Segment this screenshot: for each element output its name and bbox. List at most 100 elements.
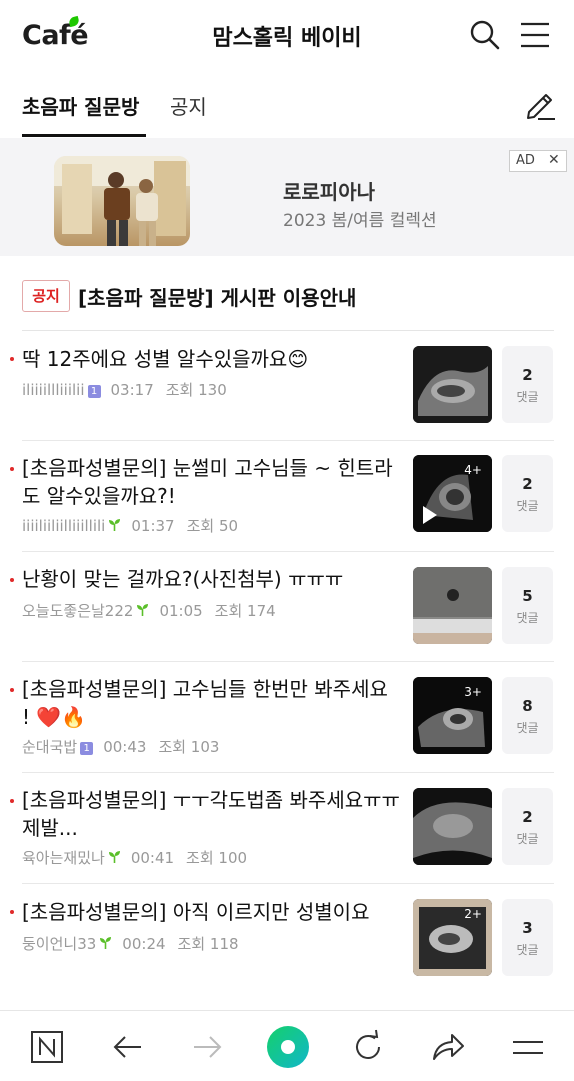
sprout-icon — [108, 851, 120, 863]
post-author: 오늘도좋은날222 — [22, 602, 134, 620]
pencil-icon[interactable] — [522, 86, 558, 122]
comment-count-box[interactable]: 3 댓글 — [502, 899, 553, 976]
notice-row[interactable]: 공지 [초음파 질문방] 게시판 이용안내 — [22, 276, 554, 331]
comment-count: 2 — [522, 808, 533, 826]
post-title[interactable]: 난황이 맞는 걸까요?(사진첨부) ㅠㅠㅠ — [22, 565, 402, 593]
comment-count: 2 — [522, 475, 533, 493]
comment-label: 댓글 — [516, 721, 539, 735]
post-meta: iiiiliiliilliiillili 01:37 조회 50 — [22, 515, 238, 536]
post-thumbnail[interactable] — [413, 346, 492, 423]
photo-count: 2+ — [464, 907, 482, 921]
close-icon[interactable]: ✕ — [548, 152, 560, 168]
post-time: 01:05 — [159, 602, 203, 620]
post-views: 조회 130 — [165, 381, 227, 399]
new-post-dot — [10, 467, 14, 471]
post-title[interactable]: 딱 12주에요 성별 알수있을까요😊 — [22, 345, 402, 373]
notice-badge: 공지 — [22, 280, 70, 312]
post-author: 순대국밥 — [22, 738, 78, 756]
post-title[interactable]: [초음파성별문의] 아직 이르지만 성별이요 — [22, 898, 402, 926]
post-title[interactable]: [초음파성별문의] 고수님들 한번만 봐주세요 ! ❤️🔥 — [22, 675, 402, 731]
comment-count: 8 — [522, 697, 533, 715]
post-views: 조회 50 — [186, 517, 239, 535]
back-arrow-icon[interactable] — [107, 1027, 147, 1067]
level-badge-icon: 1 — [80, 742, 94, 755]
ad-label: AD — [516, 153, 535, 168]
new-post-dot — [10, 688, 14, 692]
sprout-icon — [109, 519, 121, 531]
list-item[interactable]: 난황이 맞는 걸까요?(사진첨부) ㅠㅠㅠ 오늘도좋은날222 01:05 조회 1… — [0, 552, 574, 662]
post-author: iiiiliiliilliiillili — [22, 517, 106, 535]
post-meta: iliiiillliiilii 1 03:17 조회 130 — [22, 379, 227, 400]
post-views: 조회 100 — [186, 849, 248, 867]
photo-count: 3+ — [464, 685, 482, 699]
post-title[interactable]: [초음파성별문의] 눈썰미 고수님들 ~ 힌트라도 알수있을까요?! — [22, 454, 402, 510]
comment-count-box[interactable]: 2 댓글 — [502, 346, 553, 423]
menu-icon[interactable] — [518, 18, 552, 52]
post-thumbnail[interactable]: 3+ — [413, 677, 492, 754]
sprout-icon — [137, 604, 149, 616]
new-post-dot — [10, 578, 14, 582]
top-bar: Café 맘스홀릭 베이비 — [0, 0, 574, 72]
list-item[interactable]: [초음파성별문의] 고수님들 한번만 봐주세요 ! ❤️🔥 순대국밥 1 00:43… — [0, 662, 574, 773]
comment-count-box[interactable]: 2 댓글 — [502, 788, 553, 865]
level-badge-icon: 1 — [87, 385, 101, 398]
ad-image — [54, 156, 190, 246]
post-meta: 순대국밥 1 00:43 조회 103 — [22, 736, 219, 757]
comment-count: 3 — [522, 919, 533, 937]
naver-home-icon[interactable] — [27, 1027, 67, 1067]
post-thumbnail[interactable]: 2+ — [413, 899, 492, 976]
comment-label: 댓글 — [516, 390, 539, 404]
list-item[interactable]: [초음파성별문의] ㅜㅜ각도법좀 봐주세요ㅠㅠ제발... 육아는재밌나 00:41… — [0, 773, 574, 884]
post-time: 01:37 — [131, 517, 175, 535]
comment-count: 5 — [522, 587, 533, 605]
list-item[interactable]: 딱 12주에요 성별 알수있을까요😊 iliiiillliiilii 1 03:17… — [0, 331, 574, 441]
list-item[interactable]: [초음파성별문의] 아직 이르지만 성별이요 둥이언니33 00:24 조회 118… — [0, 884, 574, 994]
post-title[interactable]: [초음파성별문의] ㅜㅜ각도법좀 봐주세요ㅠㅠ제발... — [22, 786, 402, 842]
search-icon[interactable] — [468, 18, 502, 52]
new-post-dot — [10, 910, 14, 914]
comment-label: 댓글 — [516, 611, 539, 625]
refresh-icon[interactable] — [348, 1027, 388, 1067]
comment-count-box[interactable]: 2 댓글 — [502, 455, 553, 532]
list-item[interactable]: [초음파성별문의] 눈썰미 고수님들 ~ 힌트라도 알수있을까요?! iiiil… — [0, 441, 574, 552]
share-icon[interactable] — [428, 1027, 468, 1067]
ad-banner[interactable]: 로로피아나 2023 봄/여름 컬렉션 AD ✕ — [0, 138, 574, 256]
comment-label: 댓글 — [516, 832, 539, 846]
post-time: 00:43 — [103, 738, 147, 756]
tab-notice[interactable]: 공지 — [170, 91, 207, 120]
bottom-nav — [0, 1010, 574, 1081]
photo-count: 4+ — [464, 463, 482, 477]
post-meta: 둥이언니33 00:24 조회 118 — [22, 933, 239, 954]
tab-ultrasound-qna[interactable]: 초음파 질문방 — [22, 91, 139, 120]
post-views: 조회 103 — [158, 738, 220, 756]
comment-label: 댓글 — [516, 943, 539, 957]
new-post-dot — [10, 357, 14, 361]
active-tab-indicator — [22, 134, 146, 137]
post-author: iliiiillliiilii — [22, 381, 85, 399]
post-time: 00:41 — [130, 849, 175, 867]
sprout-icon — [100, 937, 112, 949]
menu-icon[interactable] — [508, 1027, 548, 1067]
new-post-dot — [10, 799, 14, 803]
post-views: 조회 118 — [177, 935, 239, 953]
play-icon[interactable] — [423, 506, 437, 524]
post-time: 00:24 — [122, 935, 166, 953]
notice-title[interactable]: [초음파 질문방] 게시판 이용안내 — [78, 282, 356, 311]
post-author: 육아는재밌나 — [22, 849, 105, 867]
green-dot-icon[interactable] — [266, 1025, 310, 1069]
forward-arrow-icon[interactable] — [188, 1027, 228, 1067]
comment-count-box[interactable]: 8 댓글 — [502, 677, 553, 754]
post-author: 둥이언니33 — [22, 935, 97, 953]
ad-subtitle: 2023 봄/여름 컬렉션 — [283, 211, 437, 231]
ad-badge[interactable]: AD ✕ — [509, 150, 567, 172]
post-time: 03:17 — [110, 381, 154, 399]
post-thumbnail[interactable]: 4+ — [413, 455, 492, 532]
post-views: 조회 174 — [214, 602, 276, 620]
post-thumbnail[interactable] — [413, 567, 492, 644]
comment-label: 댓글 — [516, 499, 539, 513]
comment-count-box[interactable]: 5 댓글 — [502, 567, 553, 644]
ad-title[interactable]: 로로피아나 — [283, 176, 375, 205]
post-meta: 오늘도좋은날222 01:05 조회 174 — [22, 600, 276, 621]
post-thumbnail[interactable] — [413, 788, 492, 865]
board-tabs: 초음파 질문방 공지 — [0, 72, 574, 138]
